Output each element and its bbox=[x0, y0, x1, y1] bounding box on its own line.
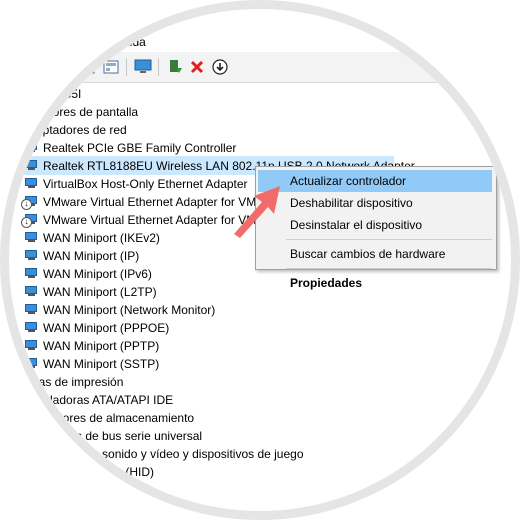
network-card-icon bbox=[24, 142, 39, 153]
uninstall-icon[interactable] bbox=[188, 58, 206, 76]
network-card-icon bbox=[24, 178, 39, 189]
update-driver-icon[interactable] bbox=[102, 58, 120, 76]
tree-item-label: WAN Miniport (IKEv2) bbox=[43, 231, 160, 245]
tree-root-label[interactable]: R3O55I bbox=[40, 85, 81, 103]
tree-category[interactable]: oladores de sonido y vídeo y dispositivo… bbox=[36, 445, 304, 463]
network-card-icon bbox=[24, 358, 39, 369]
menu-help[interactable]: Ayuda bbox=[112, 35, 146, 49]
network-card-icon bbox=[24, 304, 39, 315]
toolbar bbox=[9, 52, 511, 83]
tree-category-label: erfaz de usuario (HID) bbox=[36, 465, 155, 479]
tree-item-label: WAN Miniport (IPv6) bbox=[43, 267, 152, 281]
download-icon[interactable] bbox=[211, 58, 229, 76]
network-card-icon bbox=[24, 340, 39, 351]
tree-item-label: WAN Miniport (IP) bbox=[43, 249, 140, 263]
tree-category[interactable]: aptadores de red bbox=[36, 121, 127, 139]
pointer-arrow-icon bbox=[234, 186, 280, 238]
tree-category-label: roladores de almacenamiento bbox=[36, 411, 195, 425]
tree-category[interactable]: tadores de pantalla bbox=[36, 103, 138, 121]
tree-item-label: WAN Miniport (PPPOE) bbox=[43, 321, 170, 335]
tree-category-label: las de impresión bbox=[36, 375, 124, 389]
properties-icon[interactable] bbox=[78, 58, 96, 76]
tree-item-label: VMware Virtual Ethernet Adapter for VM bbox=[43, 195, 257, 209]
tree-category-label: troladoras ATA/ATAPI IDE bbox=[36, 393, 174, 407]
tree-item-label: WAN Miniport (SSTP) bbox=[43, 357, 160, 371]
monitor-icon[interactable] bbox=[134, 58, 152, 76]
menu-item-properties[interactable]: Propiedades bbox=[258, 272, 492, 294]
tree-category[interactable]: las de impresión bbox=[36, 373, 123, 391]
network-card-warning-icon: ↓ bbox=[21, 214, 39, 228]
menu-item-update-driver[interactable]: Actualizar controlador bbox=[258, 170, 492, 192]
menu-item-label: Desinstalar el dispositivo bbox=[290, 218, 423, 232]
tree-item-label: WAN Miniport (Network Monitor) bbox=[43, 303, 216, 317]
tree-category-label: oladores de bus serie universal bbox=[36, 429, 203, 443]
menu-item-label: Buscar cambios de hardware bbox=[290, 247, 446, 261]
tree-category-label: oladores de sonido y vídeo y dispositivo… bbox=[36, 447, 304, 461]
menu-item-uninstall-device[interactable]: Desinstalar el dispositivo bbox=[258, 214, 492, 236]
network-card-icon bbox=[24, 286, 39, 297]
tree-item-label: WAN Miniport (PPTP) bbox=[43, 339, 160, 353]
menu-item-disable-device[interactable]: Deshabilitar dispositivo bbox=[258, 192, 492, 214]
menu-item-scan-hardware[interactable]: Buscar cambios de hardware bbox=[258, 243, 492, 265]
tree-item-label: Realtek PCIe GBE Family Controller bbox=[43, 141, 237, 155]
menu-item-label: Actualizar controlador bbox=[290, 174, 407, 188]
tree-item-label: VirtualBox Host-Only Ethernet Adapter bbox=[43, 177, 248, 191]
tree-category[interactable]: oladores de bus serie universal bbox=[36, 427, 202, 445]
network-card-icon bbox=[24, 232, 39, 243]
tree-item-label: VMware Virtual Ethernet Adapter for VM bbox=[43, 213, 257, 227]
network-card-icon bbox=[24, 250, 39, 261]
toolbar-separator bbox=[158, 58, 159, 76]
circular-frame: Ayuda R3O55I tadores de pantalla aptadores… bbox=[9, 9, 511, 511]
toolbar-separator bbox=[126, 58, 127, 76]
network-card-icon bbox=[24, 322, 39, 333]
tree-category-label: aptadores de red bbox=[36, 123, 127, 137]
tree-category[interactable]: roladores de almacenamiento bbox=[36, 409, 194, 427]
tree-item-label: WAN Miniport (L2TP) bbox=[43, 285, 157, 299]
menu-item-label: Propiedades bbox=[290, 276, 363, 290]
network-card-icon bbox=[24, 160, 39, 171]
tree-category-label: tadores de pantalla bbox=[36, 105, 139, 119]
menu-separator bbox=[286, 268, 492, 269]
network-card-warning-icon: ↓ bbox=[21, 196, 39, 210]
menu-bar: Ayuda bbox=[9, 32, 511, 52]
tree-category[interactable]: erfaz de usuario (HID) bbox=[36, 463, 154, 481]
tree-category[interactable]: troladoras ATA/ATAPI IDE bbox=[36, 391, 173, 409]
network-card-icon bbox=[24, 268, 39, 279]
enable-device-icon[interactable] bbox=[166, 58, 184, 76]
menu-separator bbox=[286, 239, 492, 240]
menu-item-label: Deshabilitar dispositivo bbox=[290, 196, 413, 210]
context-menu: Actualizar controlador Deshabilitar dispo… bbox=[255, 166, 497, 290]
